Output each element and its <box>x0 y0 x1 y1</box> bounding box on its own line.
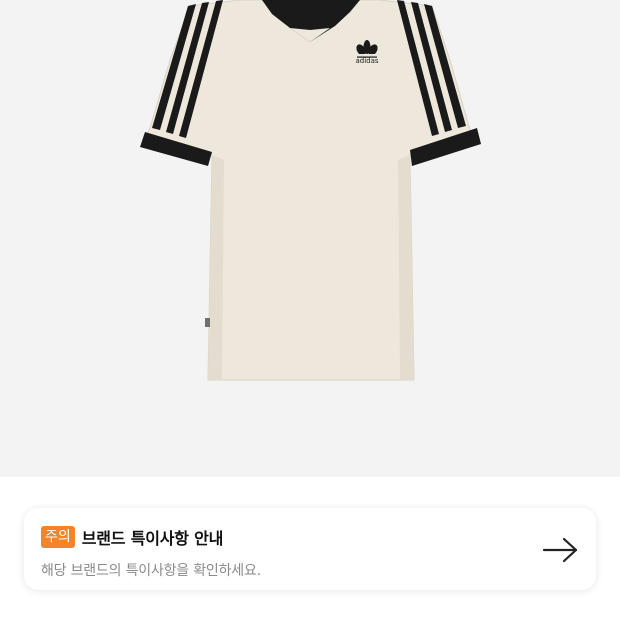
notice-description: 해당 브랜드의 특이사항을 확인하세요. <box>41 563 261 579</box>
page: adidas 주의 브랜드 특이사항 안내 해당 브랜드의 특이사항을 확인하세… <box>0 0 620 620</box>
arrow-right-icon[interactable] <box>542 536 580 564</box>
product-image-area[interactable]: adidas <box>0 0 620 477</box>
notice-title: 브랜드 특이사항 안내 <box>81 529 224 548</box>
brand-notice-card[interactable]: 주의 브랜드 특이사항 안내 해당 브랜드의 특이사항을 확인하세요. <box>24 508 596 590</box>
product-image: adidas <box>140 0 481 381</box>
notice-title-row: 주의 브랜드 특이사항 안내 <box>41 525 223 549</box>
hem-tag <box>205 318 210 327</box>
logo-text: adidas <box>355 57 378 65</box>
caution-badge: 주의 <box>41 526 75 548</box>
